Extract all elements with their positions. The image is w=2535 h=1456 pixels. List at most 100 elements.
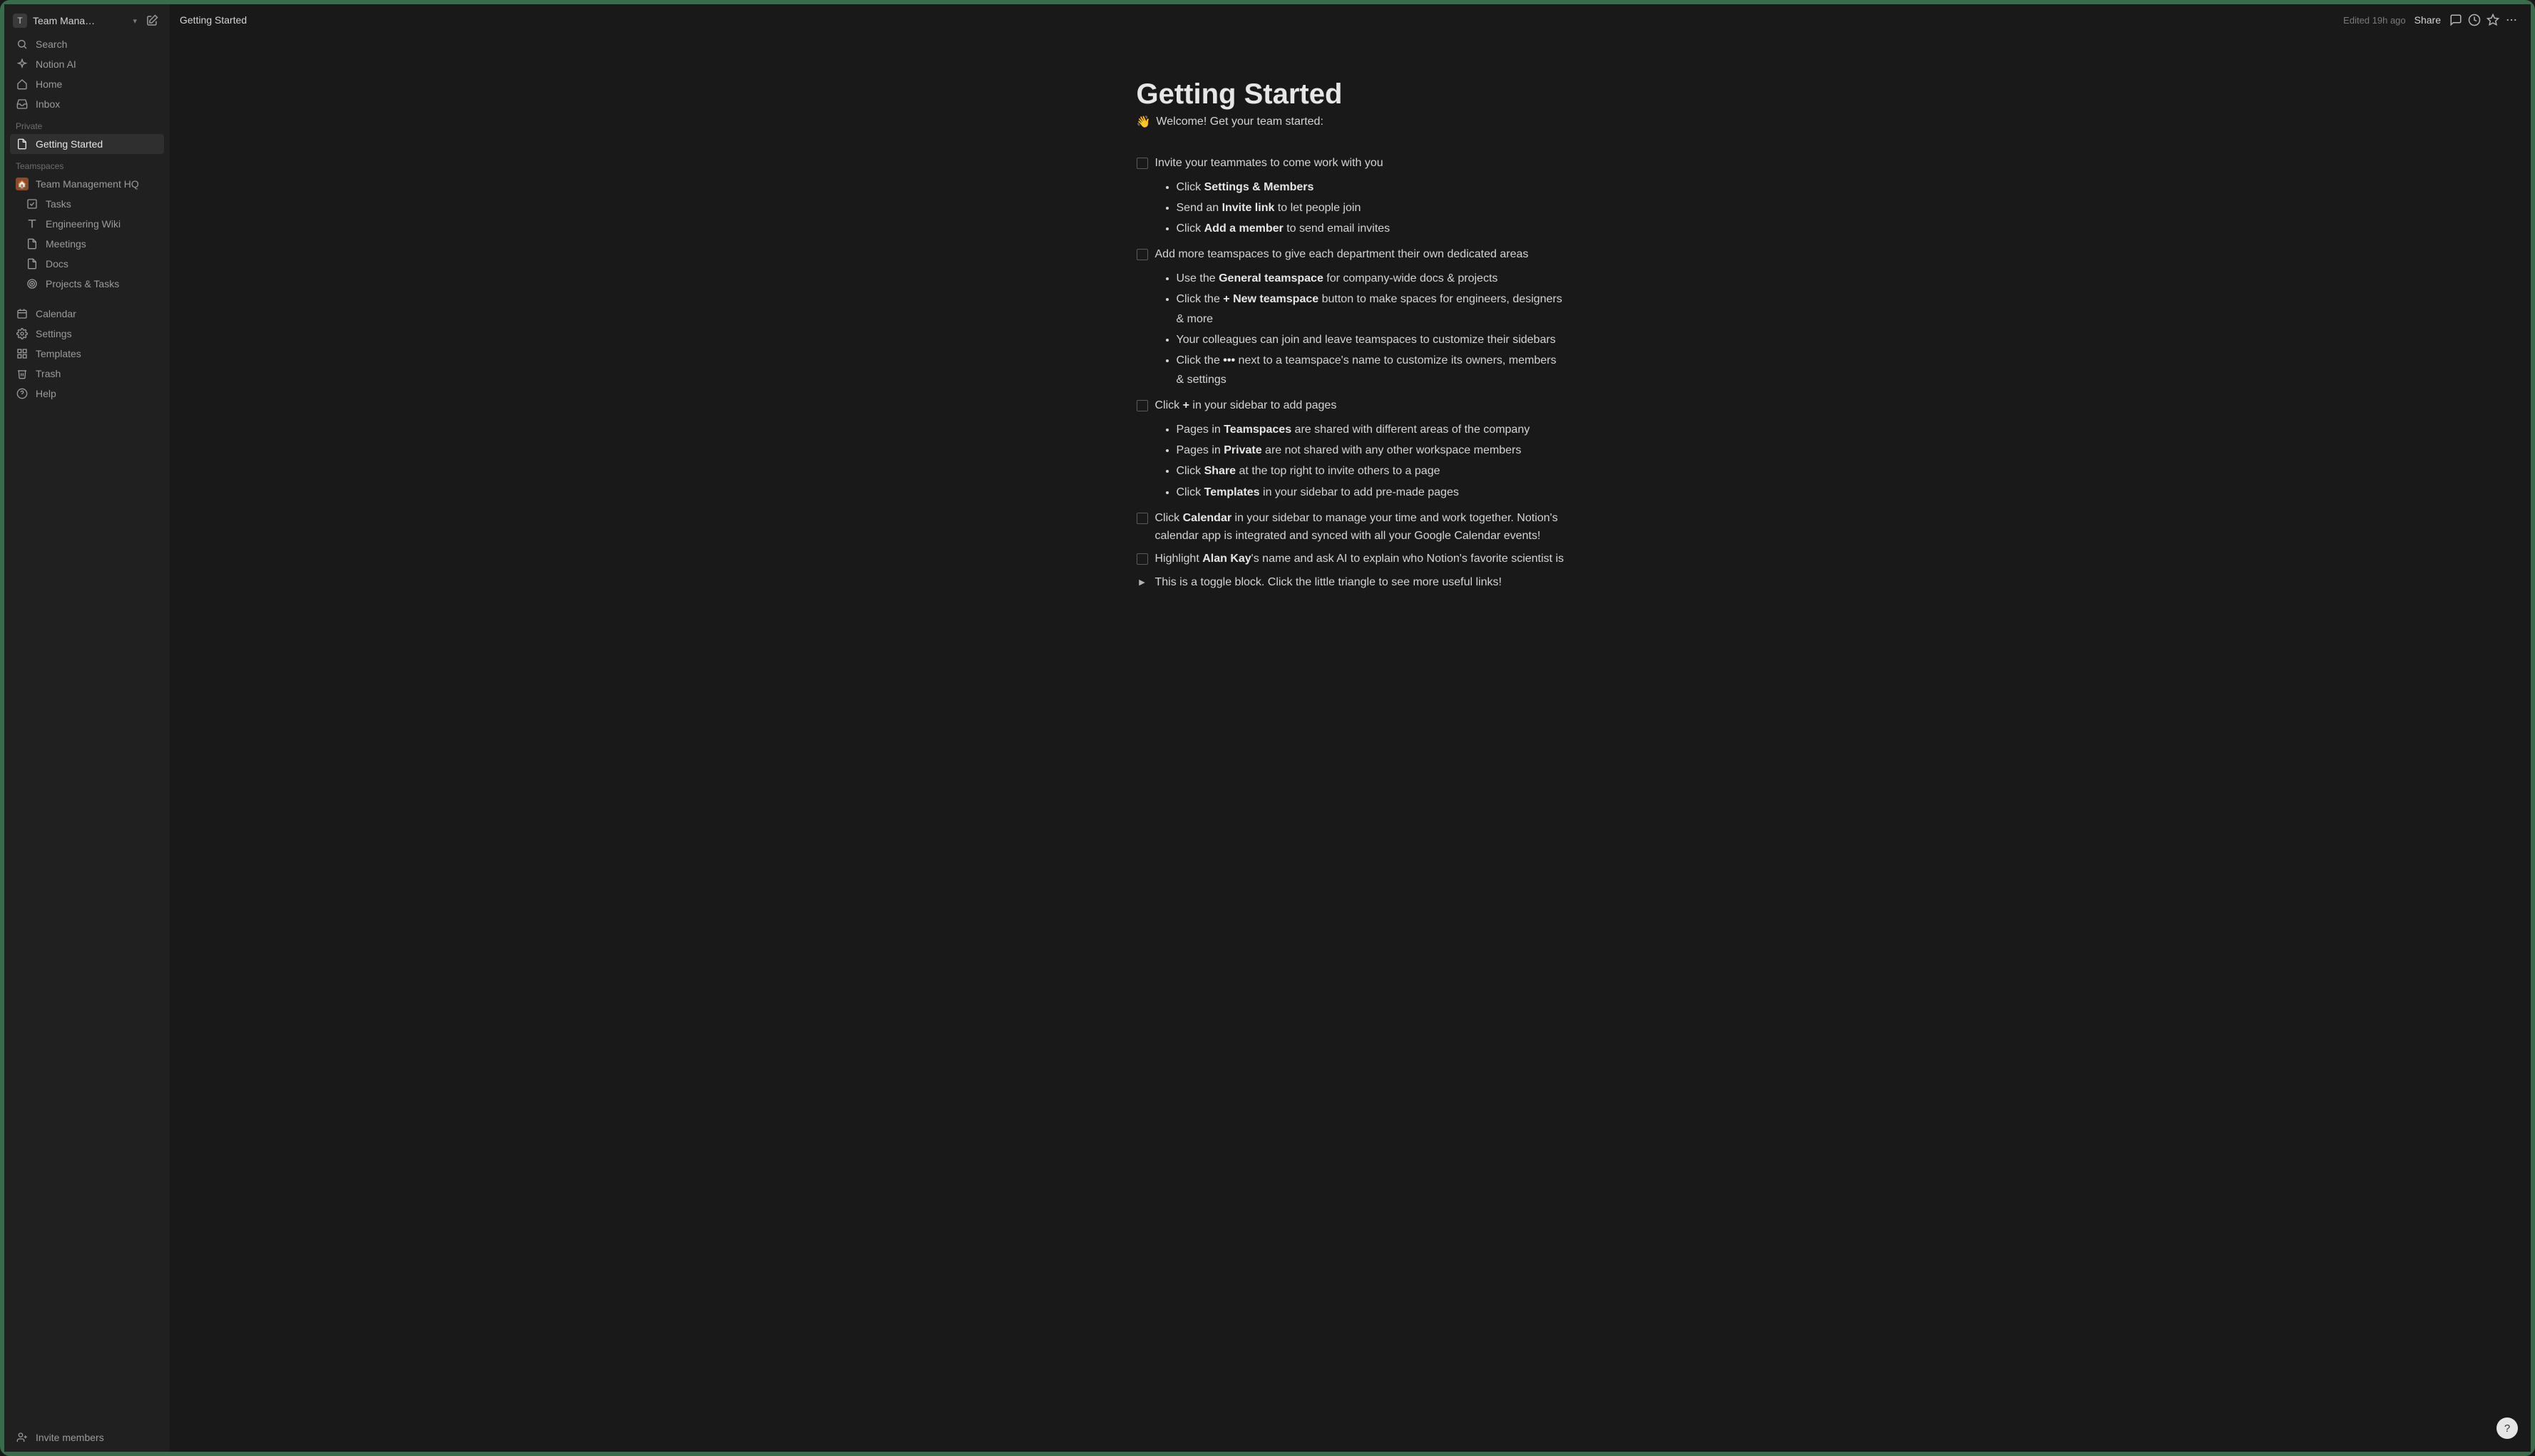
sidebar-home[interactable]: Home: [10, 74, 164, 94]
sidebar-item-label: Getting Started: [36, 138, 103, 150]
sidebar-item-label: Home: [36, 78, 62, 90]
sidebar-notion-ai[interactable]: Notion AI: [10, 54, 164, 74]
toggle-text[interactable]: This is a toggle block. Click the little…: [1155, 574, 1502, 592]
sidebar-item-label: Engineering Wiki: [46, 218, 121, 230]
sidebar-inbox[interactable]: Inbox: [10, 94, 164, 114]
list-item[interactable]: Click Share at the top right to invite o…: [1177, 461, 1564, 481]
sidebar-item-label: Inbox: [36, 98, 60, 110]
sidebar-page-docs[interactable]: Docs: [10, 254, 164, 274]
todo-text[interactable]: Invite your teammates to come work with …: [1155, 155, 1564, 173]
list-item[interactable]: Click Templates in your sidebar to add p…: [1177, 482, 1564, 503]
todo-text[interactable]: Click Calendar in your sidebar to manage…: [1155, 510, 1564, 545]
user-plus-icon: [16, 1431, 29, 1444]
list-item[interactable]: Use the General teamspace for company-wi…: [1177, 268, 1564, 289]
toggle-block[interactable]: ▶ This is a toggle block. Click the litt…: [1137, 571, 1564, 595]
sidebar-item-label: Calendar: [36, 308, 76, 319]
chevron-down-icon: ▾: [133, 16, 137, 26]
checkbox[interactable]: [1137, 553, 1148, 565]
list-item[interactable]: Pages in Private are not shared with any…: [1177, 440, 1564, 461]
sub-list: Pages in Teamspaces are shared with diff…: [1137, 419, 1564, 503]
help-floating-button[interactable]: ?: [2496, 1417, 2518, 1439]
calendar-icon: [16, 307, 29, 320]
book-icon: [26, 217, 39, 230]
sparkle-icon: [16, 58, 29, 71]
topbar: Getting Started Edited 19h ago Share: [170, 4, 2531, 36]
search-icon: [16, 38, 29, 51]
more-icon[interactable]: [2502, 11, 2521, 29]
list-item[interactable]: Click Settings & Members: [1177, 177, 1564, 198]
sidebar-item-label: Notion AI: [36, 58, 76, 70]
sidebar-templates[interactable]: Templates: [10, 344, 164, 364]
list-item[interactable]: Your colleagues can join and leave teams…: [1177, 329, 1564, 350]
section-private-label: Private: [10, 114, 164, 134]
share-button[interactable]: Share: [2414, 14, 2441, 26]
sidebar-item-label: Tasks: [46, 198, 71, 210]
teamspace-icon: 🏠: [16, 178, 29, 190]
sidebar-page-engineering-wiki[interactable]: Engineering Wiki: [10, 214, 164, 234]
sidebar-trash[interactable]: Trash: [10, 364, 164, 384]
page-icon: [26, 237, 39, 250]
sidebar-item-label: Settings: [36, 328, 72, 339]
main-area: Getting Started Edited 19h ago Share Get…: [170, 4, 2531, 1452]
checkbox[interactable]: [1137, 158, 1148, 169]
sidebar-item-label: Trash: [36, 368, 61, 379]
target-icon: [26, 277, 39, 290]
list-item[interactable]: Click the + New teamspace button to make…: [1177, 289, 1564, 329]
list-item[interactable]: Pages in Teamspaces are shared with diff…: [1177, 419, 1564, 440]
sidebar-item-label: Search: [36, 39, 67, 50]
sidebar-item-label: Docs: [46, 258, 68, 270]
sidebar-item-label: Templates: [36, 348, 81, 359]
sidebar-item-label: Team Management HQ: [36, 178, 139, 190]
checkbox[interactable]: [1137, 400, 1148, 411]
todo-text[interactable]: Add more teamspaces to give each departm…: [1155, 246, 1564, 264]
todo-item[interactable]: Highlight Alan Kay's name and ask AI to …: [1137, 548, 1564, 571]
todo-text[interactable]: Highlight Alan Kay's name and ask AI to …: [1155, 550, 1564, 568]
updates-icon[interactable]: [2465, 11, 2484, 29]
sub-list: Click Settings & Members Send an Invite …: [1137, 177, 1564, 240]
sidebar-teamspace-hq[interactable]: 🏠 Team Management HQ: [10, 174, 164, 194]
gear-icon: [16, 327, 29, 340]
inbox-icon: [16, 98, 29, 111]
sidebar-help[interactable]: Help: [10, 384, 164, 404]
todo-item[interactable]: Click Calendar in your sidebar to manage…: [1137, 507, 1564, 548]
templates-icon: [16, 347, 29, 360]
list-item[interactable]: Send an Invite link to let people join: [1177, 198, 1564, 218]
list-item[interactable]: Click the ••• next to a teamspace's name…: [1177, 350, 1564, 390]
list-item[interactable]: Click Add a member to send email invites: [1177, 218, 1564, 239]
workspace-name: Team Mana…: [33, 15, 127, 26]
sidebar-item-label: Projects & Tasks: [46, 278, 119, 289]
sidebar-page-meetings[interactable]: Meetings: [10, 234, 164, 254]
sidebar-page-getting-started[interactable]: Getting Started: [10, 134, 164, 154]
todo-item[interactable]: Click + in your sidebar to add pages: [1137, 394, 1564, 418]
sidebar-calendar[interactable]: Calendar: [10, 304, 164, 324]
check-icon: [26, 198, 39, 210]
page-content: Getting Started 👋 Welcome! Get your team…: [170, 36, 2531, 1452]
sidebar-item-label: Meetings: [46, 238, 86, 250]
sidebar-page-projects-tasks[interactable]: Projects & Tasks: [10, 274, 164, 294]
wave-emoji: 👋: [1137, 115, 1151, 129]
todo-item[interactable]: Add more teamspaces to give each departm…: [1137, 243, 1564, 267]
page-title[interactable]: Getting Started: [1137, 78, 1564, 111]
checkbox[interactable]: [1137, 249, 1148, 260]
edited-timestamp: Edited 19h ago: [2343, 15, 2405, 26]
sidebar-invite-members[interactable]: Invite members: [10, 1427, 164, 1447]
checkbox[interactable]: [1137, 513, 1148, 524]
workspace-icon: T: [13, 14, 27, 28]
breadcrumb[interactable]: Getting Started: [180, 14, 247, 26]
todo-item[interactable]: Invite your teammates to come work with …: [1137, 152, 1564, 175]
sidebar-settings[interactable]: Settings: [10, 324, 164, 344]
section-teamspaces-label: Teamspaces: [10, 154, 164, 174]
comments-icon[interactable]: [2447, 11, 2465, 29]
page-icon: [26, 257, 39, 270]
sidebar-item-label: Help: [36, 388, 56, 399]
sidebar-search[interactable]: Search: [10, 34, 164, 54]
sub-list: Use the General teamspace for company-wi…: [1137, 268, 1564, 390]
sidebar-page-tasks[interactable]: Tasks: [10, 194, 164, 214]
favorite-icon[interactable]: [2484, 11, 2502, 29]
todo-text[interactable]: Click + in your sidebar to add pages: [1155, 397, 1564, 415]
new-page-button[interactable]: [143, 11, 161, 30]
sidebar: T Team Mana… ▾ Search Notion AI Home: [4, 4, 170, 1452]
welcome-text[interactable]: Welcome! Get your team started:: [1156, 116, 1323, 128]
workspace-switcher[interactable]: T Team Mana… ▾: [10, 9, 164, 33]
toggle-triangle-icon[interactable]: ▶: [1137, 577, 1148, 589]
